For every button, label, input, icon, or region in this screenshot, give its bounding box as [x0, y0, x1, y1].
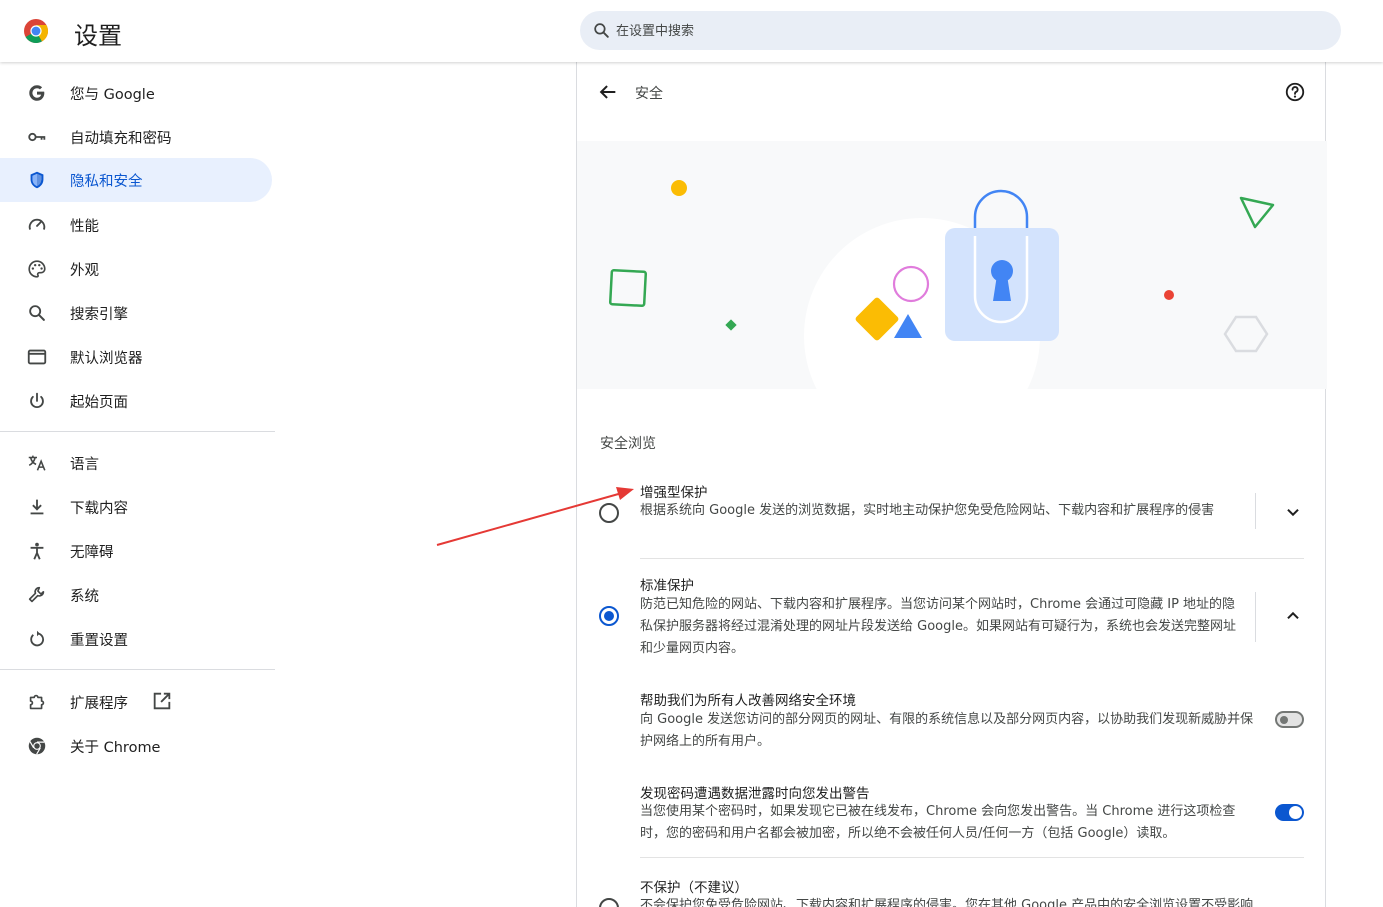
sidebar-item-performance[interactable]: 性能 [0, 203, 272, 247]
palette-icon [28, 260, 46, 278]
wrench-icon [28, 586, 45, 603]
sidebar-item-label: 无障碍 [70, 545, 114, 561]
top-bar: 设置 [0, 0, 1383, 62]
sidebar-item-accessibility[interactable]: 无障碍 [0, 529, 272, 573]
option-title: 标准保护 [640, 578, 694, 594]
option-standard-protection[interactable]: 标准保护 防范已知危险的网站、下载内容和扩展程序。当您访问某个网站时，Chrom… [577, 570, 1327, 668]
security-illustration [577, 141, 1327, 389]
sidebar-item-label: 下载内容 [70, 501, 128, 517]
option-title: 不保护（不建议） [640, 880, 748, 896]
accessibility-icon [30, 542, 44, 560]
sidebar-item-languages[interactable]: 语言 [0, 441, 272, 485]
sidebar-item-on-startup[interactable]: 起始页面 [0, 379, 272, 423]
google-g-icon [29, 85, 45, 101]
section-title: 安全浏览 [600, 436, 656, 452]
search-input[interactable] [616, 20, 1216, 42]
toggle-improve-security[interactable] [1275, 711, 1304, 728]
sidebar-item-system[interactable]: 系统 [0, 573, 272, 617]
sidebar-item-label: 系统 [70, 589, 99, 605]
option-divider [640, 558, 1304, 559]
option-divider [640, 857, 1304, 858]
sidebar-item-label: 外观 [70, 263, 99, 279]
search-bar[interactable] [580, 11, 1341, 50]
vertical-divider [1255, 493, 1256, 529]
radio-standard-protection[interactable] [599, 606, 619, 626]
sidebar-item-label: 您与 Google [70, 87, 155, 103]
search-icon [594, 23, 609, 38]
sidebar-item-you-and-google[interactable]: 您与 Google [0, 71, 272, 115]
download-icon [30, 499, 44, 515]
option-no-protection[interactable]: 不保护（不建议） 不会保护您免受危险网站、下载内容和扩展程序的侵害。您在其他 G… [577, 872, 1327, 907]
search-icon [29, 305, 45, 321]
sidebar-item-label: 自动填充和密码 [70, 131, 172, 147]
option-description: 根据系统向 Google 发送的浏览数据，实时地主动保护您免受危险网站、下载内容… [640, 503, 1215, 518]
sidebar-item-downloads[interactable]: 下载内容 [0, 485, 272, 529]
shield-icon [30, 171, 44, 189]
vertical-divider [1255, 592, 1256, 642]
page-title: 安全 [635, 86, 663, 102]
sidebar-item-appearance[interactable]: 外观 [0, 247, 272, 291]
app-title: 设置 [74, 22, 122, 50]
chevron-down-icon[interactable] [1282, 501, 1304, 523]
power-icon [30, 392, 44, 409]
toggle-knob [1289, 806, 1302, 819]
setting-description: 向 Google 发送您访问的部分网页的网址、有限的系统信息以及部分网页内容，以… [640, 712, 1254, 749]
speedometer-icon [28, 218, 46, 230]
chrome-icon [28, 737, 46, 755]
translate-icon [28, 455, 46, 471]
option-description: 防范已知危险的网站、下载内容和扩展程序。当您访问某个网站时，Chrome 会通过… [640, 597, 1236, 656]
setting-improve-security: 帮助我们为所有人改善网络安全环境 向 Google 发送您访问的部分网页的网址、… [577, 685, 1327, 751]
option-description: 不会保护您免受危险网站、下载内容和扩展程序的侵害。您在其他 Google 产品中… [640, 898, 1254, 907]
sidebar-item-label: 性能 [70, 219, 99, 235]
sidebar-item-reset[interactable]: 重置设置 [0, 617, 272, 661]
toggle-knob [1280, 715, 1288, 724]
sidebar-divider [0, 669, 275, 670]
chrome-logo [24, 19, 49, 44]
help-icon[interactable] [1284, 81, 1306, 103]
radio-no-protection[interactable] [599, 898, 619, 907]
key-icon [28, 132, 46, 142]
chevron-up-icon[interactable] [1282, 605, 1304, 627]
sidebar-item-extensions[interactable]: 扩展程序 [0, 680, 272, 724]
toggle-password-leak-warning[interactable] [1275, 804, 1304, 821]
sidebar-item-about-chrome[interactable]: 关于 Chrome [0, 724, 272, 768]
sidebar-item-label: 默认浏览器 [70, 351, 143, 367]
setting-title: 发现密码遭遇数据泄露时向您发出警告 [640, 786, 870, 802]
subpage-header: 安全 [577, 62, 1327, 122]
sidebar-nav: 您与 Google 自动填充和密码 隐私和安全 性能 外观 搜索引擎 默认浏览器… [0, 62, 275, 907]
sidebar-item-label: 扩展程序 [70, 696, 128, 712]
reset-icon [30, 630, 45, 647]
security-illustration-graphic [608, 180, 1275, 389]
sidebar-item-privacy-security[interactable]: 隐私和安全 [0, 158, 272, 202]
browser-window-icon [27, 349, 47, 365]
sidebar-item-label: 搜索引擎 [70, 307, 128, 323]
option-enhanced-protection[interactable]: 增强型保护 根据系统向 Google 发送的浏览数据，实时地主动保护您免受危险网… [577, 477, 1327, 555]
radio-enhanced-protection[interactable] [599, 503, 619, 523]
puzzle-icon [29, 694, 45, 710]
setting-title: 帮助我们为所有人改善网络安全环境 [640, 693, 856, 709]
sidebar-item-label: 关于 Chrome [70, 740, 161, 756]
open-in-new-icon[interactable] [151, 690, 173, 712]
sidebar-item-search-engine[interactable]: 搜索引擎 [0, 291, 272, 335]
security-settings-card: 安全 安全浏览 增强型保护 根据系统向 Google 发送的浏览数据，实时地主动… [576, 62, 1327, 907]
back-arrow-icon[interactable] [597, 81, 619, 103]
sidebar-item-label: 起始页面 [70, 395, 128, 411]
setting-password-leak-warning: 发现密码遭遇数据泄露时向您发出警告 当您使用某个密码时，如果发现它已被在线发布，… [577, 778, 1327, 844]
sidebar-item-default-browser[interactable]: 默认浏览器 [0, 335, 272, 379]
sidebar-item-label: 重置设置 [70, 633, 128, 649]
sidebar-item-label: 语言 [70, 457, 99, 473]
setting-description: 当您使用某个密码时，如果发现它已被在线发布，Chrome 会向您发出警告。当 C… [640, 804, 1236, 841]
option-title: 增强型保护 [640, 485, 708, 501]
sidebar-item-autofill[interactable]: 自动填充和密码 [0, 115, 272, 159]
sidebar-divider [0, 431, 275, 432]
sidebar-item-label: 隐私和安全 [70, 174, 143, 190]
